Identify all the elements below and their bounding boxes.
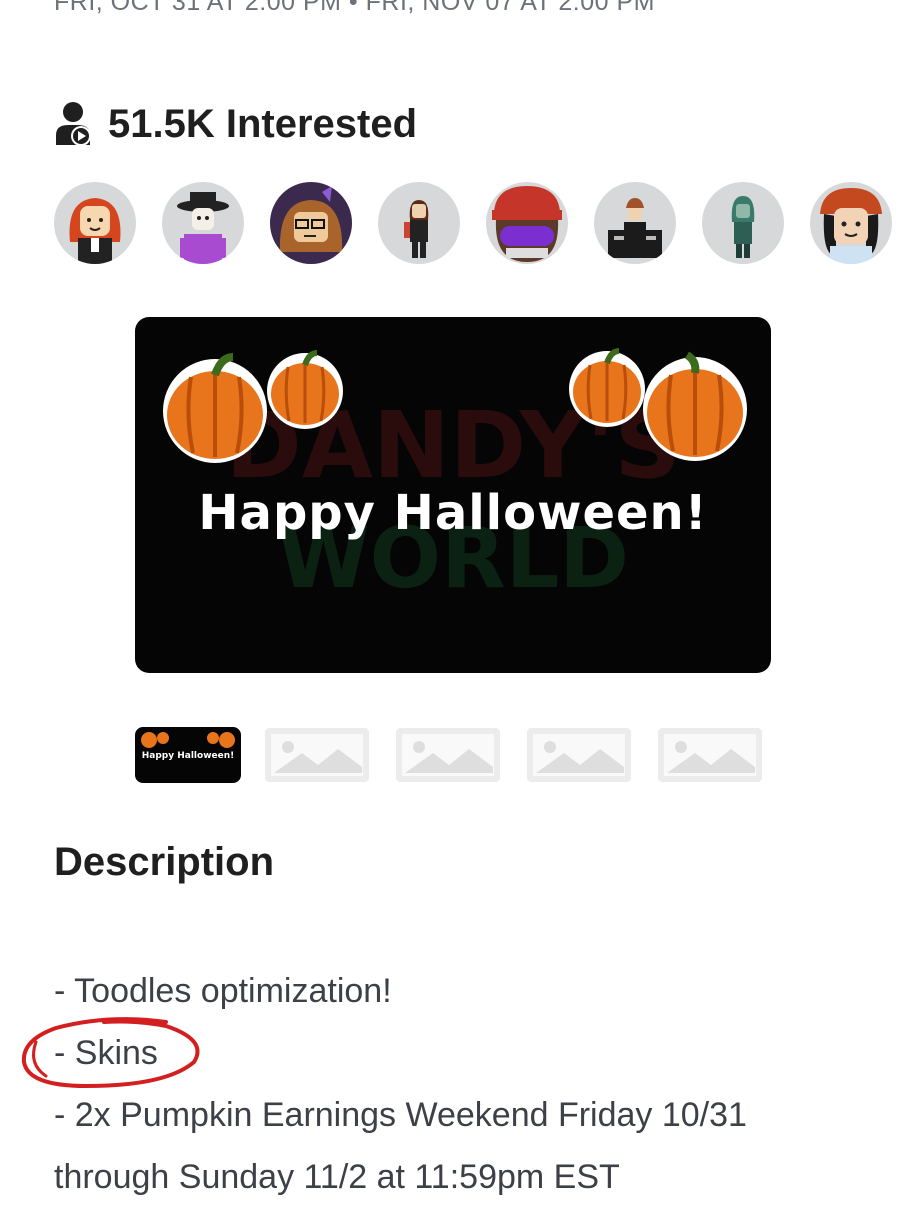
thumbnail-active[interactable]: Happy Halloween! [135, 727, 241, 783]
description-line: - Skins [54, 1034, 158, 1072]
avatar[interactable] [162, 182, 244, 264]
banner-thumbnails: Happy Halloween! [135, 727, 775, 785]
event-banner[interactable]: DANDY'S WORLD Happy Halloween! [135, 317, 771, 673]
description-body: - Toodles optimization! - Skins - 2x Pum… [54, 960, 884, 1208]
image-placeholder-icon [265, 728, 369, 782]
interested-row: 51.5K Interested [54, 98, 417, 150]
thumbnail-placeholder[interactable] [264, 727, 370, 783]
description-heading: Description [54, 840, 275, 884]
image-placeholder-icon [396, 728, 500, 782]
avatar[interactable] [54, 182, 136, 264]
person-play-icon [56, 102, 91, 146]
avatar[interactable] [594, 182, 676, 264]
interested-count: 51.5K Interested [108, 101, 418, 146]
pumpkin-icon [163, 353, 267, 463]
thumbnail-placeholder[interactable] [395, 727, 501, 783]
thumbnail-placeholder[interactable] [657, 727, 763, 783]
banner-title: Happy Halloween! [198, 485, 708, 541]
pumpkin-icon [267, 350, 343, 429]
avatar[interactable] [702, 182, 784, 264]
event-date-range: FRI, OCT 31 AT 2:00 PM • FRI, NOV 07 AT … [54, 0, 655, 16]
description-line: - Toodles optimization! [54, 972, 392, 1010]
avatar[interactable] [810, 182, 892, 264]
description-line: through Sunday 11/2 at 11:59pm EST [54, 1158, 620, 1196]
description-line: - 2x Pumpkin Earnings Weekend Friday 10/… [54, 1096, 747, 1134]
avatar[interactable] [378, 182, 460, 264]
image-placeholder-icon [527, 728, 631, 782]
image-placeholder-icon [658, 728, 762, 782]
thumbnail-placeholder[interactable] [526, 727, 632, 783]
interested-avatars [54, 182, 894, 264]
pumpkin-icon [569, 348, 645, 427]
pumpkin-icon [643, 351, 747, 461]
thumbnail-title: Happy Halloween! [141, 751, 235, 761]
avatar[interactable] [486, 182, 568, 264]
avatar[interactable] [270, 182, 352, 264]
